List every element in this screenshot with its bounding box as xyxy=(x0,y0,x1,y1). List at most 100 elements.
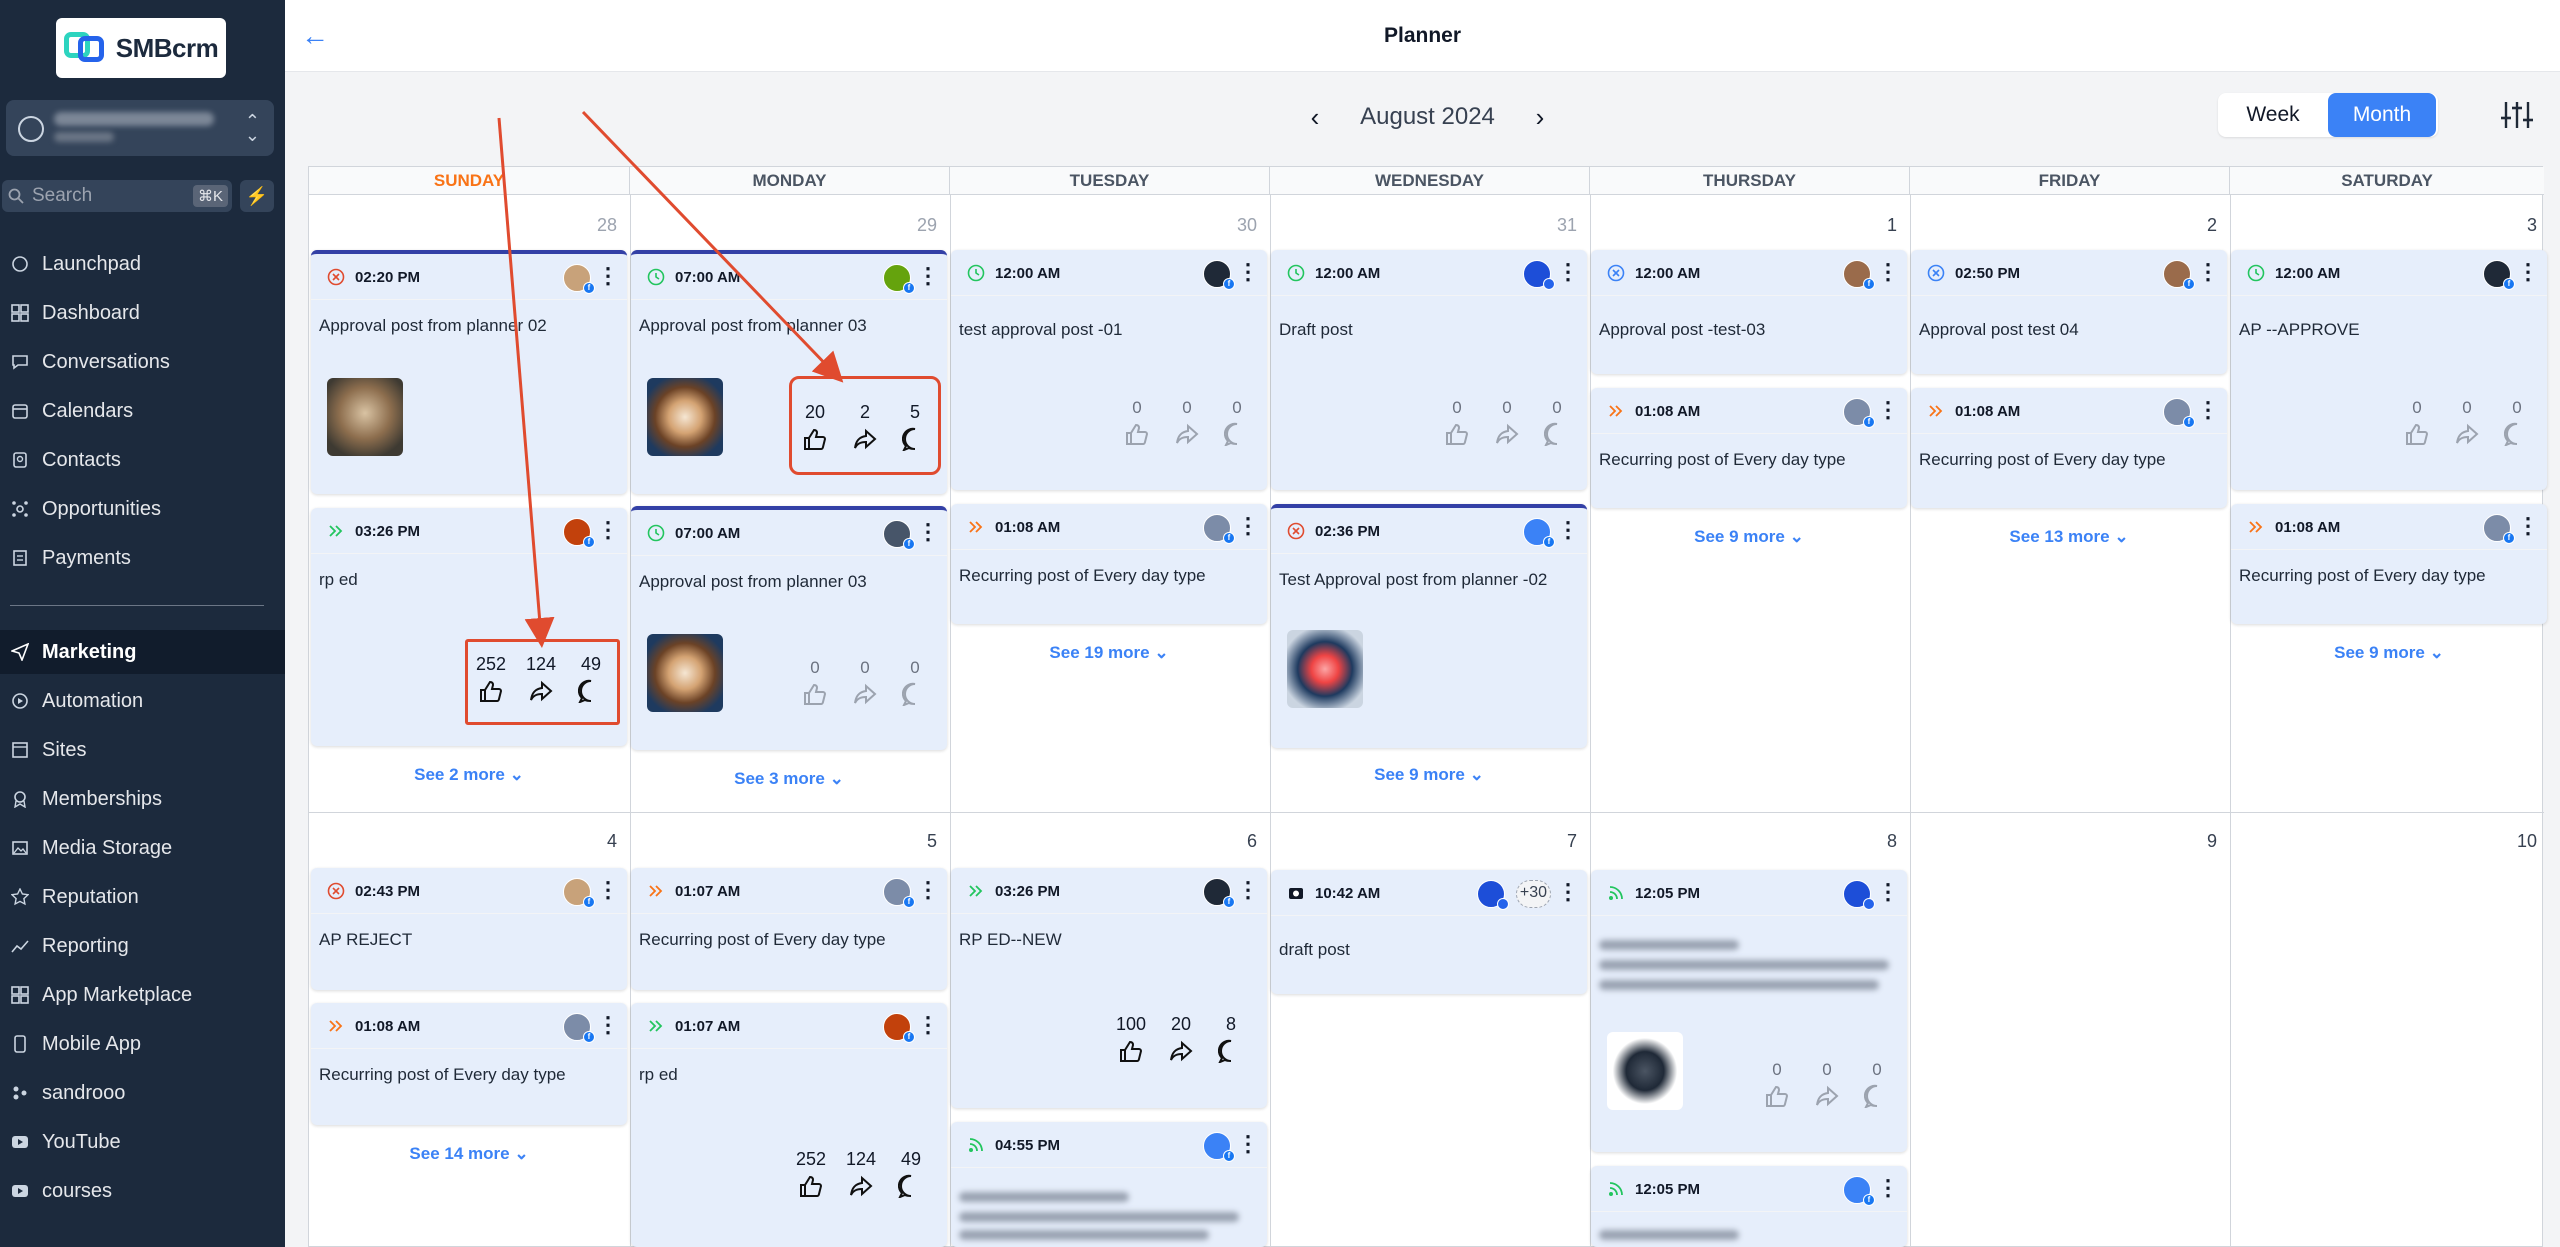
sidebar-item-contacts[interactable]: Contacts xyxy=(0,438,285,482)
post-card[interactable]: 01:08 AM f ⋮ Recurring post of Every day… xyxy=(951,504,1267,624)
post-time: 12:00 AM xyxy=(2275,265,2341,282)
account-switcher[interactable]: ⌃ ⌄ xyxy=(6,100,274,156)
sidebar-item-conversations[interactable]: Conversations xyxy=(0,340,285,384)
date-number[interactable]: 29 xyxy=(897,215,937,236)
see-more-link[interactable]: See 14 more ⌄ xyxy=(311,1144,627,1164)
more-options-icon[interactable]: ⋮ xyxy=(2197,261,2219,283)
date-number[interactable]: 9 xyxy=(2177,831,2217,852)
post-card[interactable]: 01:08 AM f ⋮ Recurring post of Every day… xyxy=(1591,388,1907,508)
post-card[interactable]: 07:00 AM f ⋮ Approval post from planner … xyxy=(631,506,947,750)
next-month-chevron-icon[interactable]: › xyxy=(1525,102,1555,133)
date-number[interactable]: 1 xyxy=(1857,215,1897,236)
post-card[interactable]: 10:42 AM +30 ⋮ draft post xyxy=(1271,870,1587,994)
more-options-icon[interactable]: ⋮ xyxy=(1237,261,1259,283)
sidebar-item-sites[interactable]: Sites xyxy=(0,728,285,772)
date-number[interactable]: 6 xyxy=(1217,831,1257,852)
more-options-icon[interactable]: ⋮ xyxy=(597,879,619,901)
post-card[interactable]: 12:00 AM f ⋮ test approval post -01 0 0 … xyxy=(951,250,1267,490)
date-number[interactable]: 2 xyxy=(2177,215,2217,236)
more-options-icon[interactable]: ⋮ xyxy=(1557,261,1579,283)
post-card[interactable]: 12:00 AM f ⋮ Approval post -test-03 xyxy=(1591,250,1907,374)
facebook-icon: f xyxy=(2183,278,2195,290)
post-card[interactable]: 12:00 AM ⋮ Draft post 0 0 0 xyxy=(1271,250,1587,490)
sidebar-item-calendars[interactable]: Calendars xyxy=(0,389,285,433)
more-options-icon[interactable]: ⋮ xyxy=(1877,261,1899,283)
post-card[interactable]: 01:08 AM f ⋮ Recurring post of Every day… xyxy=(1911,388,2227,508)
sidebar-item-opportunities[interactable]: Opportunities xyxy=(0,487,285,531)
date-number[interactable]: 7 xyxy=(1537,831,1577,852)
more-options-icon[interactable]: ⋮ xyxy=(917,879,939,901)
date-number[interactable]: 3 xyxy=(2497,215,2537,236)
see-more-link[interactable]: See 19 more ⌄ xyxy=(951,643,1267,663)
more-options-icon[interactable]: ⋮ xyxy=(2197,399,2219,421)
sidebar-item-memberships[interactable]: Memberships xyxy=(0,777,285,821)
date-number[interactable]: 30 xyxy=(1217,215,1257,236)
more-options-icon[interactable]: ⋮ xyxy=(597,519,619,541)
see-more-link[interactable]: See 3 more ⌄ xyxy=(631,769,947,789)
post-card[interactable]: 02:50 PM f ⋮ Approval post test 04 xyxy=(1911,250,2227,374)
date-number[interactable]: 10 xyxy=(2497,831,2537,852)
more-options-icon[interactable]: ⋮ xyxy=(917,521,939,543)
post-card[interactable]: 03:26 PM f ⋮ RP ED--NEW 100 20 8 xyxy=(951,868,1267,1108)
more-options-icon[interactable]: ⋮ xyxy=(1237,1133,1259,1155)
search-input[interactable] xyxy=(32,185,172,207)
sidebar-item-reputation[interactable]: Reputation xyxy=(0,875,285,919)
sidebar-item-payments[interactable]: Payments xyxy=(0,536,285,580)
view-week-button[interactable]: Week xyxy=(2218,93,2328,137)
date-number[interactable]: 4 xyxy=(577,831,617,852)
date-number[interactable]: 31 xyxy=(1537,215,1577,236)
date-number[interactable]: 8 xyxy=(1857,831,1897,852)
post-card[interactable]: 01:07 AM f ⋮ rp ed 252 124 49 xyxy=(631,1003,947,1247)
more-options-icon[interactable]: ⋮ xyxy=(917,1014,939,1036)
search-box[interactable]: ⌘K xyxy=(2,180,232,212)
post-card[interactable]: 12:00 AM f ⋮ AP --APPROVE 0 0 0 xyxy=(2231,250,2547,490)
more-options-icon[interactable]: ⋮ xyxy=(1877,1177,1899,1199)
post-card[interactable]: 01:07 AM f ⋮ Recurring post of Every day… xyxy=(631,868,947,990)
post-card[interactable]: 01:08 AM f ⋮ Recurring post of Every day… xyxy=(311,1003,627,1125)
share-icon xyxy=(1176,423,1199,445)
more-options-icon[interactable]: ⋮ xyxy=(2517,515,2539,537)
sidebar-item-launchpad[interactable]: Launchpad xyxy=(0,242,285,286)
quick-action-bolt-icon[interactable]: ⚡ xyxy=(240,180,274,212)
more-options-icon[interactable]: ⋮ xyxy=(1877,881,1899,903)
see-more-link[interactable]: See 2 more ⌄ xyxy=(311,765,627,785)
sidebar-item-media-storage[interactable]: Media Storage xyxy=(0,826,285,870)
post-card[interactable]: 02:36 PM f ⋮ Test Approval post from pla… xyxy=(1271,504,1587,748)
more-options-icon[interactable]: ⋮ xyxy=(1557,881,1579,903)
post-card[interactable]: 02:20 PM f ⋮ Approval post from planner … xyxy=(311,250,627,494)
date-number[interactable]: 5 xyxy=(897,831,937,852)
more-accounts-badge[interactable]: +30 xyxy=(1515,880,1551,908)
see-more-link[interactable]: See 9 more ⌄ xyxy=(1591,527,1907,547)
sidebar-item-mobile-app[interactable]: Mobile App xyxy=(0,1022,285,1066)
see-more-link[interactable]: See 13 more ⌄ xyxy=(1911,527,2227,547)
more-options-icon[interactable]: ⋮ xyxy=(1237,879,1259,901)
sidebar-item-youtube[interactable]: YouTube xyxy=(0,1120,285,1164)
more-options-icon[interactable]: ⋮ xyxy=(1557,519,1579,541)
more-options-icon[interactable]: ⋮ xyxy=(1877,399,1899,421)
sidebar-item-automation[interactable]: Automation xyxy=(0,679,285,723)
post-card[interactable]: 01:08 AM f ⋮ Recurring post of Every day… xyxy=(2231,504,2547,624)
date-number[interactable]: 28 xyxy=(577,215,617,236)
see-more-link[interactable]: See 9 more ⌄ xyxy=(1271,765,1587,785)
sidebar-item-sandrooo[interactable]: sandrooo xyxy=(0,1071,285,1115)
sidebar-item-courses[interactable]: courses xyxy=(0,1169,285,1213)
more-options-icon[interactable]: ⋮ xyxy=(597,1014,619,1036)
sidebar-item-reporting[interactable]: Reporting xyxy=(0,924,285,968)
more-options-icon[interactable]: ⋮ xyxy=(597,265,619,287)
post-card[interactable]: 04:55 PM f ⋮ xyxy=(951,1122,1267,1247)
logo[interactable]: SMBcrm xyxy=(56,18,226,78)
post-card[interactable]: 12:05 PM ⋮ 0 0 0 xyxy=(1591,870,1907,1152)
sidebar-item-app-marketplace[interactable]: App Marketplace xyxy=(0,973,285,1017)
more-options-icon[interactable]: ⋮ xyxy=(2517,261,2539,283)
sidebar-item-marketing[interactable]: Marketing xyxy=(0,630,285,674)
prev-month-chevron-icon[interactable]: ‹ xyxy=(1300,102,1330,133)
post-card[interactable]: 02:43 PM f ⋮ AP REJECT xyxy=(311,868,627,990)
more-options-icon[interactable]: ⋮ xyxy=(917,265,939,287)
see-more-link[interactable]: See 9 more ⌄ xyxy=(2231,643,2547,663)
post-card[interactable]: 12:05 PM f ⋮ xyxy=(1591,1166,1907,1247)
filter-sliders-icon[interactable] xyxy=(2500,98,2534,132)
more-options-icon[interactable]: ⋮ xyxy=(1237,515,1259,537)
draft-icon xyxy=(1289,888,1303,899)
view-month-button[interactable]: Month xyxy=(2328,93,2436,137)
sidebar-item-dashboard[interactable]: Dashboard xyxy=(0,291,285,335)
